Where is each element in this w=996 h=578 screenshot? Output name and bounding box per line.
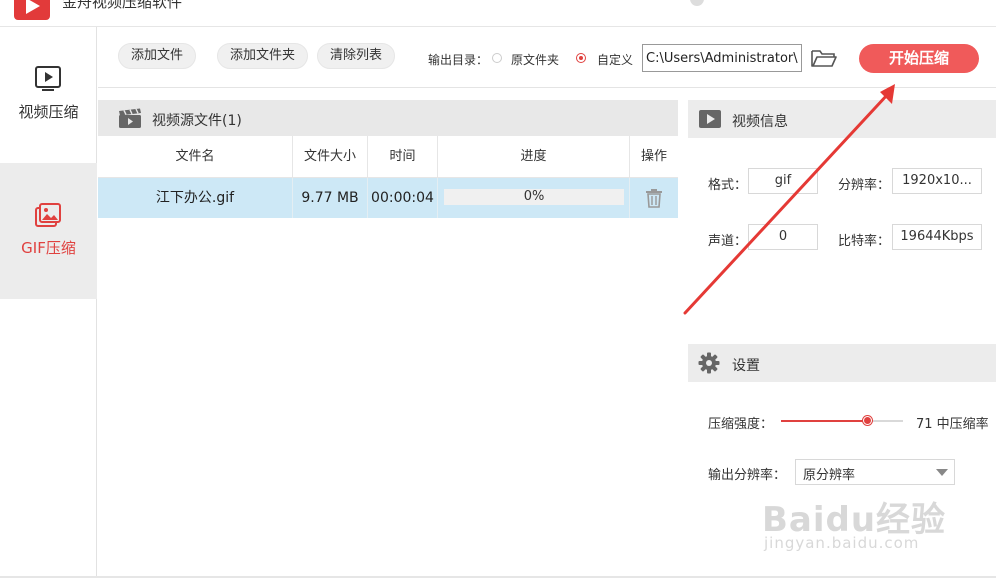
column-header-progress: 进度 bbox=[438, 136, 630, 178]
video-info-title: 视频信息 bbox=[732, 114, 788, 130]
channel-label: 声道： bbox=[708, 234, 748, 249]
sidebar-item-label: 视频压缩 bbox=[18, 103, 79, 121]
resolution-value: 1920x10... bbox=[892, 168, 982, 194]
gear-icon bbox=[698, 352, 720, 374]
compress-strength-value: 71 中压缩率 bbox=[916, 417, 989, 432]
progress-text: 0% bbox=[523, 189, 545, 204]
clapperboard-icon bbox=[119, 108, 141, 128]
app-logo-icon bbox=[14, 0, 50, 20]
source-folder-radio[interactable] bbox=[492, 53, 502, 63]
column-header-action: 操作 bbox=[640, 149, 667, 164]
window-title: 金舟视频压缩软件 bbox=[62, 0, 183, 11]
slider-fill bbox=[781, 420, 868, 422]
format-value: gif bbox=[748, 168, 818, 194]
add-file-button[interactable]: 添加文件 bbox=[118, 43, 197, 69]
video-info-header: 视频信息 bbox=[688, 100, 996, 138]
bitrate-value: 19644Kbps bbox=[892, 224, 982, 250]
progress-cell: 0% bbox=[438, 178, 630, 218]
table-row[interactable]: 江下办公.gif 9.77 MB 00:00:04 0% bbox=[98, 178, 678, 218]
title-bar-control-icon[interactable] bbox=[690, 0, 704, 6]
file-list-empty-area bbox=[98, 218, 678, 578]
column-header-time: 时间 bbox=[368, 136, 438, 178]
sidebar: 视频压缩 GIF压缩 bbox=[0, 27, 97, 578]
output-resolution-select[interactable]: 原分辨率 bbox=[795, 459, 955, 485]
source-files-title: 视频源文件(1) bbox=[152, 113, 242, 129]
output-path-input[interactable] bbox=[642, 44, 802, 72]
file-size-cell: 9.77 MB bbox=[293, 178, 368, 218]
settings-header: 设置 bbox=[688, 344, 996, 382]
source-folder-label[interactable]: 原文件夹 bbox=[511, 51, 559, 68]
start-compress-button[interactable]: 开始压缩 bbox=[859, 44, 979, 73]
channel-value: 0 bbox=[748, 224, 818, 250]
slider-handle[interactable] bbox=[863, 416, 872, 425]
custom-folder-radio[interactable] bbox=[576, 53, 586, 63]
source-files-panel: 视频源文件(1) 文件名 文件大小 时间 进度 操作 江下办公.gif 9.77… bbox=[98, 100, 678, 578]
action-cell bbox=[630, 178, 678, 218]
column-header-name: 文件名 bbox=[98, 136, 293, 178]
output-resolution-label: 输出分辨率： bbox=[708, 468, 787, 483]
format-label: 格式： bbox=[708, 178, 748, 193]
video-info-icon bbox=[699, 110, 721, 128]
sidebar-item-label: GIF压缩 bbox=[21, 239, 76, 257]
table-header: 文件名 文件大小 时间 进度 操作 bbox=[98, 136, 678, 178]
sidebar-item-gif-compress[interactable]: GIF压缩 bbox=[0, 163, 97, 299]
sidebar-item-video-compress[interactable]: 视频压缩 bbox=[0, 27, 97, 163]
trash-icon[interactable] bbox=[644, 188, 664, 208]
progress-bar: 0% bbox=[444, 189, 624, 205]
play-icon bbox=[35, 66, 61, 91]
bitrate-label: 比特率： bbox=[838, 234, 891, 249]
file-time-cell: 00:00:04 bbox=[368, 178, 438, 218]
output-dir-label: 输出目录： bbox=[428, 53, 489, 67]
title-bar: 金舟视频压缩软件 bbox=[0, 0, 996, 27]
toolbar: 添加文件 添加文件夹 清除列表 输出目录： 原文件夹 自定义 开始压缩 bbox=[98, 27, 996, 88]
video-info-panel: 视频信息 格式： gif 分辨率： 1920x10... 声道： 0 比特率： … bbox=[688, 100, 996, 578]
resolution-label: 分辨率： bbox=[838, 178, 891, 193]
column-header-size: 文件大小 bbox=[293, 136, 368, 178]
add-folder-button[interactable]: 添加文件夹 bbox=[217, 43, 309, 69]
image-icon bbox=[35, 203, 61, 227]
file-name-cell: 江下办公.gif bbox=[98, 178, 293, 218]
custom-folder-label[interactable]: 自定义 bbox=[597, 51, 633, 68]
compress-strength-label: 压缩强度： bbox=[708, 417, 774, 432]
compress-strength-slider[interactable] bbox=[781, 416, 903, 425]
folder-open-icon[interactable] bbox=[810, 47, 838, 69]
output-resolution-value: 原分辨率 bbox=[803, 468, 856, 483]
clear-list-button[interactable]: 清除列表 bbox=[317, 43, 396, 69]
source-files-header: 视频源文件(1) bbox=[98, 100, 678, 136]
chevron-down-icon bbox=[936, 469, 948, 476]
settings-title: 设置 bbox=[732, 358, 760, 374]
